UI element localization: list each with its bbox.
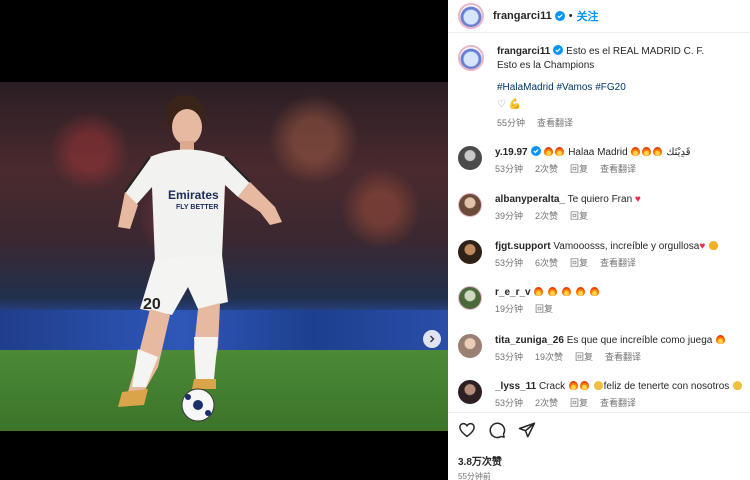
comment-username[interactable]: tita_zuniga_26 [495, 335, 564, 346]
caption-line-1: Esto es el REAL MADRID C. F. [566, 46, 705, 57]
comment-see-translation[interactable]: 查看翻译 [600, 163, 636, 176]
comment-username[interactable]: y.19.97 [495, 147, 528, 158]
comment-username[interactable]: albanyperalta_ [495, 194, 565, 205]
comment-reply-button[interactable]: 回复 [570, 210, 588, 223]
comment-avatar[interactable] [458, 334, 482, 358]
author-avatar[interactable] [458, 3, 484, 29]
comment-time: 53分钟 [495, 352, 524, 362]
comment-text: Vamooosss, increíble y orgullosa [553, 241, 700, 252]
comment-avatar[interactable] [458, 240, 482, 264]
fire-emoji [716, 335, 726, 344]
fire-emoji [568, 381, 578, 390]
comment-username[interactable]: fjgt.support [495, 241, 551, 252]
share-icon[interactable] [518, 421, 536, 439]
comment-likes[interactable]: 2次赞 [535, 397, 558, 410]
comment-see-translation[interactable]: 查看翻译 [605, 351, 641, 364]
heart-icon[interactable] [458, 421, 476, 439]
comment-see-translation[interactable]: 查看翻译 [600, 257, 636, 270]
fire-emoji [575, 287, 585, 296]
comment-likes[interactable]: 2次赞 [535, 163, 558, 176]
post-actions: 3.8万次赞 55分钟前 [448, 412, 750, 480]
follow-button[interactable]: 关注 [577, 8, 599, 24]
comment-item: tita_zuniga_26 Es que que increíble como… [458, 334, 748, 364]
heart-emoji: ♥ [699, 241, 706, 252]
jersey-sponsor: Emirates [168, 188, 219, 202]
comment-reply-button[interactable]: 回复 [535, 303, 553, 316]
post-photo[interactable]: Emirates FLY BETTER 20 [0, 82, 448, 431]
verified-icon [553, 45, 564, 55]
post-caption: frangarci11 Esto es el REAL MADRID C. F.… [458, 45, 742, 130]
comment-time: 39分钟 [495, 211, 524, 221]
comment-icon[interactable] [488, 421, 506, 439]
like-count[interactable]: 3.8万次赞 [458, 453, 740, 468]
comment-reply-button[interactable]: 回复 [570, 257, 588, 270]
caption-line-2: Esto es la Champions [497, 60, 595, 71]
comment-text: Crack [538, 381, 566, 392]
comment-see-translation[interactable]: 查看翻译 [600, 397, 636, 410]
fire-emoji [579, 381, 589, 390]
post-time: 55分钟前 [458, 472, 491, 480]
caption-author-avatar[interactable] [458, 45, 484, 71]
heart-eyes-emoji [709, 241, 719, 250]
comment-item: albanyperalta_ Te quiero Fran ♥ 39分钟 2次赞回… [458, 193, 748, 223]
heart-emoji: ♥ [634, 194, 641, 205]
comment-text: Te quiero Fran [567, 194, 633, 205]
fire-emoji [534, 287, 544, 296]
caption-hashtags[interactable]: #HalaMadrid #Vamos #FG20 [497, 81, 704, 95]
fire-emoji [631, 147, 641, 156]
caption-username[interactable]: frangarci11 [497, 46, 550, 57]
comment-item: _lyss_11 Crack feliz de tenerte con noso… [458, 380, 748, 410]
clap-emoji [733, 381, 743, 390]
fire-emoji [589, 287, 599, 296]
fire-emoji [544, 147, 554, 156]
separator-dot: • [568, 10, 573, 22]
comment-likes[interactable]: 2次赞 [535, 210, 558, 223]
fire-emoji [555, 147, 565, 156]
verified-icon [554, 11, 565, 21]
comment-likes[interactable]: 19次赞 [535, 351, 563, 364]
post-media: Emirates FLY BETTER 20 [0, 0, 448, 480]
comment-avatar[interactable] [458, 380, 482, 404]
football-player: Emirates FLY BETTER 20 [118, 95, 282, 422]
comment-time: 53分钟 [495, 164, 524, 174]
fire-emoji [548, 287, 558, 296]
next-arrow-icon [430, 335, 435, 343]
comment-item: r_e_r_v 19分钟 回复 [458, 286, 748, 316]
comment-avatar[interactable] [458, 286, 482, 310]
verified-icon [530, 146, 541, 156]
comment-username[interactable]: r_e_r_v [495, 287, 531, 298]
comment-time: 53分钟 [495, 398, 524, 408]
comment-time: 53分钟 [495, 258, 524, 268]
clap-emoji [593, 381, 603, 390]
comment-text: Halaa Madrid [568, 147, 628, 158]
comment-item: fjgt.support Vamooosss, increíble y orgu… [458, 240, 748, 270]
next-photo-button[interactable] [423, 330, 441, 348]
caption-emoji: ♡ 💪 [497, 99, 522, 110]
comment-text-suffix: قَدِيْتَك [666, 147, 691, 158]
comment-reply-button[interactable]: 回复 [575, 351, 593, 364]
post-header: frangarci11 • 关注 [448, 0, 750, 33]
comment-reply-button[interactable]: 回复 [570, 163, 588, 176]
comment-text-2: feliz de tenerte con nosotros [603, 381, 730, 392]
fire-emoji [653, 147, 663, 156]
comment-time: 19分钟 [495, 304, 524, 314]
jersey-sponsor-tagline: FLY BETTER [176, 204, 218, 211]
comment-avatar[interactable] [458, 193, 482, 217]
caption-time: 55分钟 [497, 118, 526, 128]
comment-text: Es que que increíble como juega [566, 335, 713, 346]
caption-see-translation[interactable]: 查看翻译 [537, 116, 573, 130]
author-username[interactable]: frangarci11 [493, 10, 552, 22]
fire-emoji [642, 147, 652, 156]
fire-emoji [561, 287, 571, 296]
comment-likes[interactable]: 6次赞 [535, 257, 558, 270]
comment-avatar[interactable] [458, 146, 482, 170]
comment-username[interactable]: _lyss_11 [495, 381, 536, 392]
comments-section[interactable]: frangarci11 Esto es el REAL MADRID C. F.… [448, 34, 750, 410]
comment-item: y.19.97 Halaa Madrid قَدِيْتَك 53分钟 2次赞 回复… [458, 146, 748, 176]
post-sidebar: frangarci11 • 关注 frangarci11 Esto es el … [448, 0, 750, 480]
comment-reply-button[interactable]: 回复 [570, 397, 588, 410]
